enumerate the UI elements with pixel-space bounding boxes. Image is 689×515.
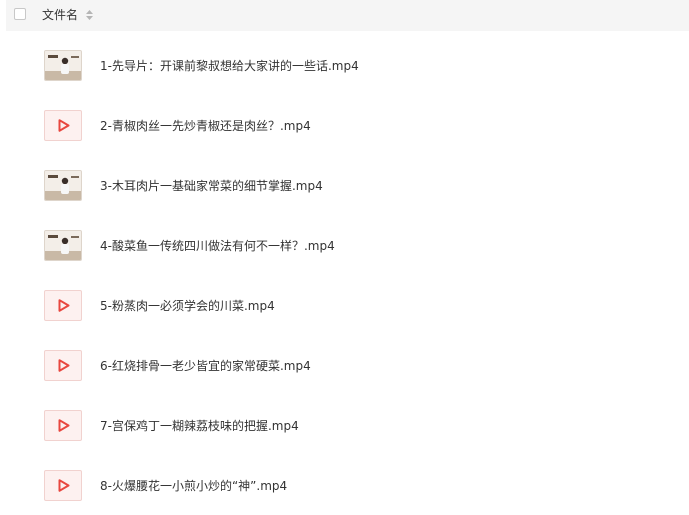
file-name[interactable]: 6-红烧排骨一老少皆宜的家常硬菜.mp4	[100, 358, 311, 374]
video-thumbnail[interactable]	[44, 230, 82, 261]
file-row[interactable]: 3-木耳肉片一基础家常菜的细节掌握.mp4	[0, 155, 689, 215]
file-name[interactable]: 3-木耳肉片一基础家常菜的细节掌握.mp4	[100, 178, 323, 194]
sort-icon[interactable]	[86, 10, 93, 20]
video-thumbnail[interactable]	[44, 170, 82, 201]
file-name[interactable]: 7-宫保鸡丁一糊辣荔枝味的把握.mp4	[100, 418, 299, 434]
file-row[interactable]: 8-火爆腰花一小煎小炒的“神”.mp4	[0, 455, 689, 515]
select-all-checkbox[interactable]	[14, 8, 26, 20]
file-name[interactable]: 8-火爆腰花一小煎小炒的“神”.mp4	[100, 478, 287, 494]
file-list-header: 文件名	[6, 0, 689, 31]
file-row[interactable]: 7-宫保鸡丁一糊辣荔枝味的把握.mp4	[0, 395, 689, 455]
video-file-icon[interactable]	[44, 110, 82, 141]
file-name[interactable]: 2-青椒肉丝一先炒青椒还是肉丝？.mp4	[100, 118, 311, 134]
video-thumbnail[interactable]	[44, 50, 82, 81]
file-row[interactable]: 5-粉蒸肉一必须学会的川菜.mp4	[0, 275, 689, 335]
file-name[interactable]: 5-粉蒸肉一必须学会的川菜.mp4	[100, 298, 275, 314]
column-title-filename[interactable]: 文件名	[42, 7, 78, 23]
file-name[interactable]: 1-先导片：开课前黎叔想给大家讲的一些话.mp4	[100, 58, 359, 74]
file-row[interactable]: 4-酸菜鱼一传统四川做法有何不一样？.mp4	[0, 215, 689, 275]
file-name[interactable]: 4-酸菜鱼一传统四川做法有何不一样？.mp4	[100, 238, 335, 254]
video-file-icon[interactable]	[44, 470, 82, 501]
file-row[interactable]: 6-红烧排骨一老少皆宜的家常硬菜.mp4	[0, 335, 689, 395]
file-row[interactable]: 2-青椒肉丝一先炒青椒还是肉丝？.mp4	[0, 95, 689, 155]
video-file-icon[interactable]	[44, 350, 82, 381]
file-row[interactable]: 1-先导片：开课前黎叔想给大家讲的一些话.mp4	[0, 35, 689, 95]
video-file-icon[interactable]	[44, 290, 82, 321]
video-file-icon[interactable]	[44, 410, 82, 441]
